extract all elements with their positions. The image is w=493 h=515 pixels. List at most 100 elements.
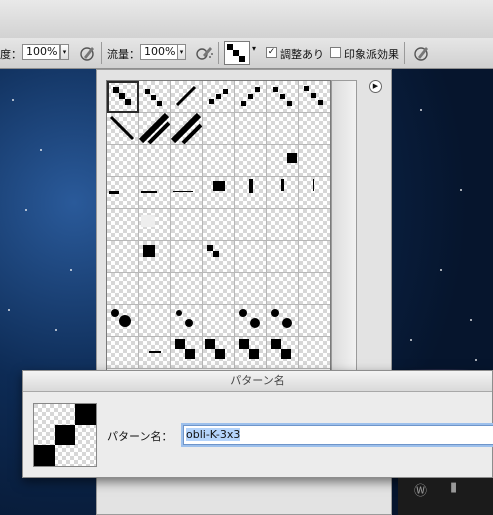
pattern-swatch[interactable] [235, 209, 267, 241]
pattern-thumbnail [149, 351, 161, 353]
pattern-swatch[interactable] [107, 113, 139, 145]
pattern-swatch[interactable] [235, 113, 267, 145]
pattern-swatch[interactable] [235, 81, 267, 113]
pattern-swatch[interactable] [235, 241, 267, 273]
airbrush-icon[interactable] [193, 42, 215, 64]
separator [101, 42, 102, 64]
pattern-mark [151, 95, 156, 100]
pattern-mark [215, 349, 225, 359]
pattern-swatch[interactable] [171, 145, 203, 177]
pattern-swatch[interactable] [299, 177, 330, 209]
pattern-picker-button[interactable] [224, 41, 250, 65]
pattern-swatch[interactable] [267, 177, 299, 209]
pattern-swatch[interactable] [107, 305, 139, 337]
pattern-swatch[interactable] [267, 273, 299, 305]
pattern-mark [109, 191, 119, 194]
flow-label: 流量： [107, 48, 140, 61]
impressionist-checkbox[interactable] [330, 47, 341, 58]
pattern-swatch[interactable] [171, 209, 203, 241]
pattern-thumbnail [205, 339, 225, 359]
pattern-swatch[interactable] [139, 209, 171, 241]
pattern-thumbnail [143, 245, 155, 257]
pattern-swatch[interactable] [139, 145, 171, 177]
pattern-mark [249, 179, 253, 193]
pattern-swatch[interactable] [299, 337, 330, 369]
pattern-swatch[interactable] [171, 305, 203, 337]
pattern-swatch[interactable] [299, 305, 330, 337]
star [420, 109, 422, 111]
flow-field[interactable]: 100% [140, 44, 178, 60]
pattern-swatch[interactable] [267, 145, 299, 177]
pattern-swatch[interactable] [267, 241, 299, 273]
aligned-checkbox[interactable]: ✓ [266, 47, 277, 58]
chevron-down-icon[interactable]: ▾ [252, 44, 256, 53]
pattern-swatch[interactable] [107, 145, 139, 177]
pattern-swatch[interactable] [139, 241, 171, 273]
tablet-pressure-icon[interactable] [76, 42, 98, 64]
pattern-swatch[interactable] [203, 273, 235, 305]
pattern-swatch[interactable] [235, 145, 267, 177]
pattern-swatch[interactable] [139, 177, 171, 209]
pattern-swatch[interactable] [203, 209, 235, 241]
pattern-grid-scrollbar[interactable] [331, 80, 357, 376]
pattern-swatch[interactable] [203, 241, 235, 273]
background-window-strip: Ⓦ ▮ [398, 478, 493, 515]
pattern-mark [111, 309, 119, 317]
star [470, 319, 472, 321]
pattern-swatch[interactable] [235, 337, 267, 369]
pattern-swatch[interactable] [299, 273, 330, 305]
pattern-swatch[interactable] [267, 81, 299, 113]
pattern-swatch[interactable] [139, 305, 171, 337]
pattern-swatch[interactable] [107, 177, 139, 209]
pattern-swatch[interactable] [139, 81, 171, 113]
pattern-swatch[interactable] [203, 81, 235, 113]
pattern-swatch[interactable] [139, 113, 171, 145]
pattern-swatch[interactable] [171, 177, 203, 209]
star [25, 209, 27, 211]
pattern-mark [216, 94, 221, 99]
pattern-swatch[interactable] [171, 337, 203, 369]
pattern-swatch[interactable] [171, 81, 203, 113]
pattern-mark [205, 339, 215, 349]
pattern-swatch[interactable] [203, 305, 235, 337]
pattern-mark [185, 349, 195, 359]
pattern-swatch[interactable] [107, 337, 139, 369]
star [440, 269, 442, 271]
pattern-swatch[interactable] [299, 241, 330, 273]
pattern-swatch[interactable] [267, 113, 299, 145]
pattern-thumbnail [111, 309, 131, 327]
pattern-swatch[interactable] [299, 81, 330, 113]
circle-arrow-right-icon[interactable]: ▶ [369, 80, 382, 93]
pattern-swatch[interactable] [235, 305, 267, 337]
pattern-swatch[interactable] [139, 337, 171, 369]
opacity-field[interactable]: 100% [22, 44, 60, 60]
pattern-swatch[interactable] [267, 209, 299, 241]
pattern-swatch[interactable] [203, 113, 235, 145]
pattern-swatch[interactable] [299, 209, 330, 241]
pattern-mark [280, 94, 285, 99]
flow-dropdown[interactable]: ▾ [177, 44, 186, 60]
pattern-swatch[interactable] [171, 241, 203, 273]
opacity-dropdown[interactable]: ▾ [60, 44, 69, 60]
pattern-swatch[interactable] [203, 337, 235, 369]
pattern-swatch[interactable] [203, 145, 235, 177]
pattern-swatch[interactable] [299, 113, 330, 145]
pattern-swatch[interactable] [235, 273, 267, 305]
pattern-swatch[interactable] [235, 177, 267, 209]
star [55, 329, 57, 331]
pattern-swatch[interactable] [107, 273, 139, 305]
pattern-swatch[interactable] [299, 145, 330, 177]
tablet-pressure-icon[interactable] [410, 42, 432, 64]
pattern-swatch[interactable] [139, 273, 171, 305]
pattern-swatch[interactable] [171, 113, 203, 145]
pattern-swatch[interactable] [203, 177, 235, 209]
pattern-swatch[interactable] [107, 241, 139, 273]
pattern-swatch[interactable] [107, 209, 139, 241]
pattern-swatch[interactable] [267, 337, 299, 369]
pattern-swatch[interactable] [107, 81, 139, 113]
pattern-mark [113, 87, 119, 93]
pattern-swatch[interactable] [267, 305, 299, 337]
pattern-swatch[interactable] [171, 273, 203, 305]
pattern-name-input[interactable]: obli-K-3x3 [183, 425, 493, 445]
pattern-mark [185, 319, 193, 327]
